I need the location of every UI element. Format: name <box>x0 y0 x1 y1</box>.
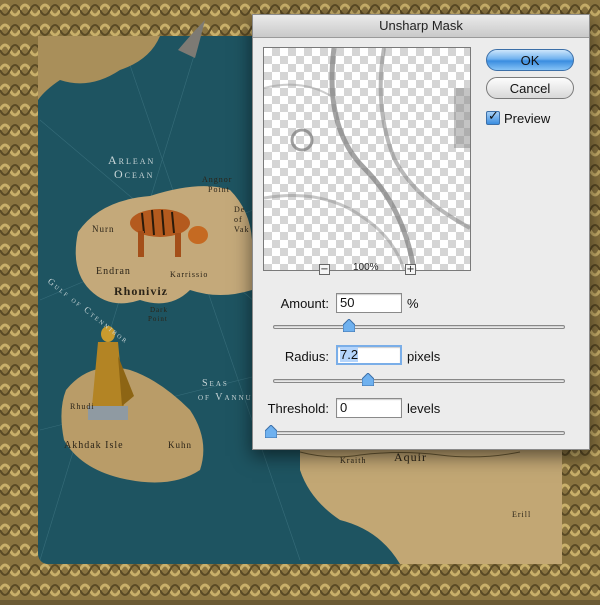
map-label: of Vannu <box>198 392 253 403</box>
map-label: of <box>234 215 243 224</box>
preview-pane[interactable] <box>263 47 471 271</box>
threshold-input[interactable]: 0 <box>336 398 402 418</box>
dialog-title[interactable]: Unsharp Mask <box>253 15 589 38</box>
map-label: Kraith <box>340 456 367 465</box>
preview-label: Preview <box>504 111 551 126</box>
threshold-slider[interactable] <box>273 431 565 435</box>
map-label: Karrissio <box>170 270 209 279</box>
zoom-out-button[interactable]: − <box>319 264 330 275</box>
map-label: Erill <box>512 510 532 519</box>
radius-slider[interactable] <box>273 379 565 383</box>
map-label: Aquir <box>394 450 427 464</box>
radius-label: Radius: <box>284 349 329 364</box>
map-label: Kuhn <box>168 440 192 450</box>
map-label: Endran <box>96 266 131 277</box>
radius-unit: pixels <box>407 349 441 364</box>
map-label: Seas <box>202 378 229 389</box>
threshold-slider-thumb[interactable] <box>265 425 277 438</box>
preview-checkbox[interactable] <box>486 109 500 125</box>
amount-unit: % <box>407 296 419 311</box>
map-label: Arlean <box>108 153 156 167</box>
threshold-unit: levels <box>407 401 441 416</box>
cancel-button[interactable]: Cancel <box>486 77 574 99</box>
amount-slider[interactable] <box>273 325 565 329</box>
amount-input[interactable]: 50 <box>336 293 402 313</box>
radius-slider-thumb[interactable] <box>362 373 374 386</box>
map-label: Point <box>148 315 168 323</box>
preview-image <box>264 48 470 270</box>
zoom-in-button[interactable]: + <box>405 264 416 275</box>
unsharp-mask-dialog: Unsharp Mask − 100% + OK Cancel Preview … <box>252 14 590 450</box>
zoom-level: 100% <box>353 262 379 273</box>
map-label: Dark <box>150 306 168 314</box>
map-label: Rhoniviz <box>114 284 169 298</box>
map-label: Point <box>208 185 230 194</box>
map-label: De <box>234 205 246 214</box>
map-label: Nurn <box>92 224 115 234</box>
map-label: Ocean <box>114 167 155 181</box>
amount-slider-thumb[interactable] <box>343 319 355 332</box>
radius-value: 7.2 <box>340 347 359 362</box>
amount-label: Amount: <box>280 296 329 311</box>
map-label: Angnor <box>202 175 233 184</box>
map-label: Rhudi <box>70 402 95 411</box>
ok-button[interactable]: OK <box>486 49 574 71</box>
threshold-label: Threshold: <box>267 401 329 416</box>
preview-checkbox-row[interactable]: Preview <box>486 109 551 126</box>
radius-input[interactable]: 7.2 <box>336 345 402 365</box>
map-label: Vak <box>234 225 250 234</box>
map-label: Akhdak Isle <box>64 440 124 451</box>
